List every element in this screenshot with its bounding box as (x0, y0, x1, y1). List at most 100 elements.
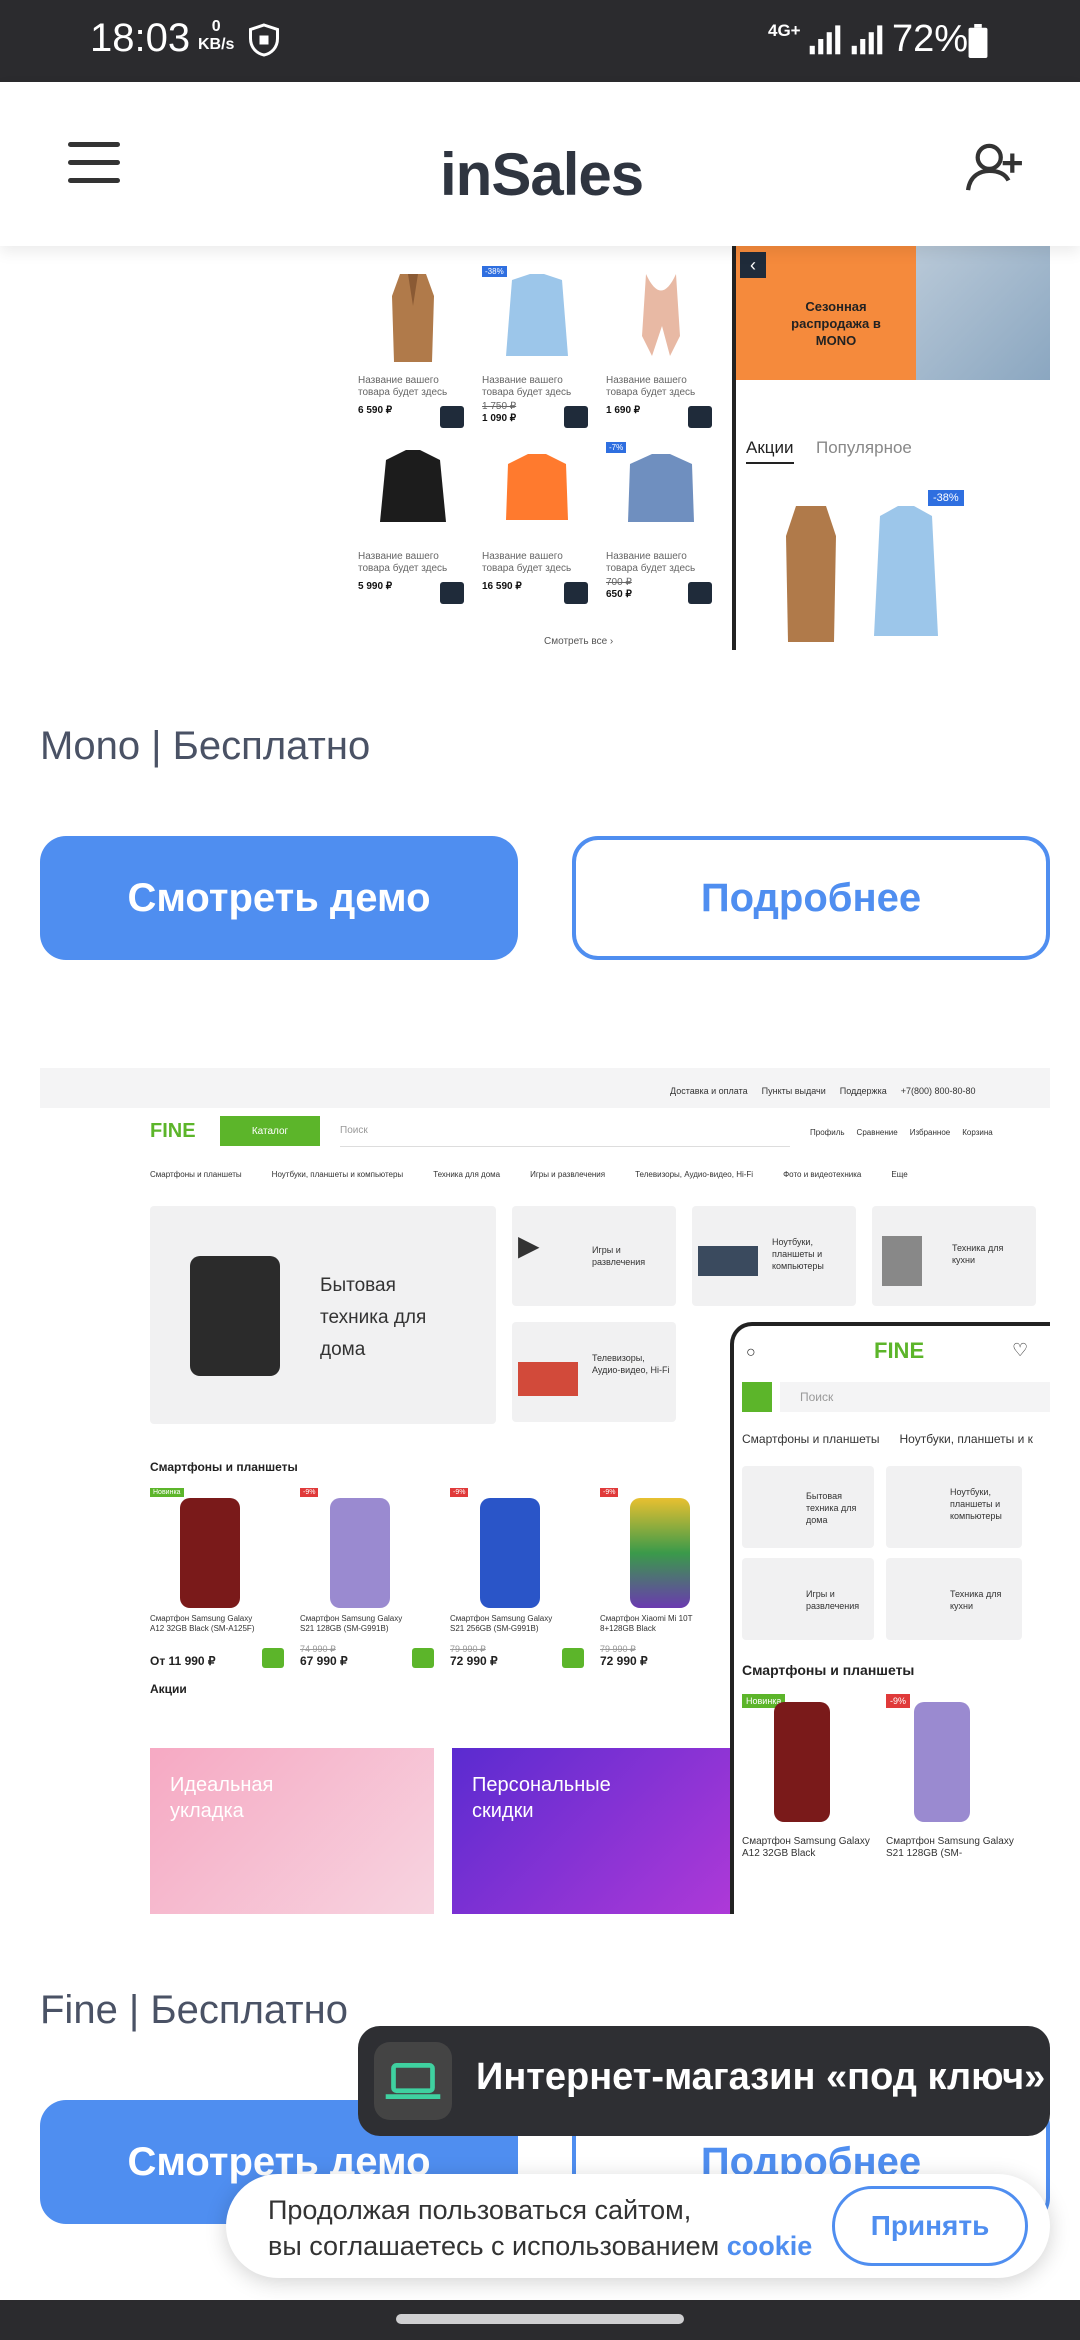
top-links: Доставка и оплата Пункты выдачи Поддержк… (670, 1086, 976, 1096)
category-tile[interactable]: Техника для кухни (872, 1206, 1036, 1306)
pickup-link[interactable]: Пункты выдачи (762, 1086, 826, 1096)
product-price: 72 990 ₽ (450, 1654, 498, 1668)
category-tile[interactable]: Бытовая техника для дома (742, 1466, 874, 1548)
delivery-link[interactable]: Доставка и оплата (670, 1086, 748, 1096)
cart-icon[interactable] (562, 1648, 584, 1668)
knit-image (628, 454, 694, 522)
product-price: От 11 990 ₽ (150, 1654, 216, 1668)
header-icons: Профиль Сравнение Избранное Корзина (810, 1128, 993, 1137)
category-tile[interactable]: Игры и развлечения (742, 1558, 874, 1640)
cookie-link[interactable]: cookie (727, 2231, 813, 2261)
menu-item[interactable]: Игры и развлечения (530, 1170, 605, 1179)
category-tile[interactable]: Ноутбуки, планшеты и компьютеры (692, 1206, 856, 1306)
product-card[interactable]: -9% Смартфон Samsung Galaxy S21 256GB (S… (450, 1488, 590, 1668)
support-link[interactable]: Поддержка (840, 1086, 887, 1096)
phone-link[interactable]: +7(800) 800-80-80 (901, 1086, 976, 1096)
promo-title: Идеальная укладка (170, 1774, 274, 1822)
product-card[interactable]: Название вашего товара будет здесь 1 690… (606, 266, 716, 428)
speed-unit: KB/s (198, 36, 235, 53)
hero-category-tile[interactable]: Бытовая техника для дома (150, 1206, 496, 1424)
promo-toast[interactable]: Интернет-магазин «под ключ» (358, 2026, 1050, 2136)
menu-item[interactable]: Смартфоны и планшеты (150, 1170, 242, 1179)
battery-level: 72% (892, 18, 969, 60)
shield-icon (249, 23, 279, 57)
promo-banner[interactable]: Идеальная укладка (150, 1748, 434, 1914)
discount-badge: -9% (886, 1694, 911, 1708)
category-tile[interactable]: Техника для кухни (886, 1558, 1022, 1640)
eye-icon[interactable] (262, 1648, 284, 1668)
toast-text: Интернет-магазин «под ключ» (476, 2056, 1046, 2098)
insales-logo[interactable]: inSales (440, 140, 644, 209)
menu-item[interactable]: Ноутбуки, планшеты и компьютеры (272, 1170, 404, 1179)
cart-link[interactable]: Корзина (962, 1128, 992, 1137)
accept-button[interactable]: Принять (832, 2186, 1028, 2266)
back-arrow-icon[interactable]: ‹ (740, 252, 766, 278)
data-speed: 0 KB/s (198, 18, 234, 54)
category-tile[interactable]: Ноутбуки, планшеты и компьютеры (886, 1466, 1022, 1548)
view-icon[interactable] (440, 582, 464, 604)
fine-preview[interactable]: Доставка и оплата Пункты выдачи Поддержк… (40, 1068, 1050, 1914)
heart-icon[interactable]: ♡ (1012, 1340, 1028, 1361)
user-add-icon[interactable] (966, 142, 1024, 192)
category-tile[interactable]: ▶ Игры и развлечения (512, 1206, 676, 1306)
view-icon[interactable] (564, 582, 588, 604)
tile-label: Ноутбуки, планшеты и компьютеры (772, 1237, 824, 1271)
discount-badge: -9% (300, 1488, 319, 1497)
product-card[interactable]: Название вашего товара будет здесь 6 590… (358, 266, 468, 428)
cookie-line: вы соглашаетесь с использованием (268, 2231, 720, 2261)
product-card[interactable]: Название вашего товара будет здесь 16 59… (482, 442, 592, 604)
mono-desktop: Название вашего товара будет здесь 6 590… (358, 246, 778, 650)
home-gesture-handle[interactable] (396, 2314, 684, 2324)
fine-logo[interactable]: FINE (874, 1338, 924, 1364)
cart-icon[interactable] (412, 1648, 434, 1668)
product-card[interactable]: -9% Смартфон Samsung Galaxy S21 128GB (S… (300, 1488, 440, 1668)
view-all-link[interactable]: Смотреть все › (544, 636, 613, 647)
product-name: Смартфон Samsung Galaxy A12 32GB Black (742, 1836, 870, 1859)
product-card[interactable]: Название вашего товара будет здесь 1 750… (482, 266, 592, 428)
category-tile[interactable]: Телевизоры, Аудио-видео, Hi-Fi (512, 1322, 676, 1422)
mobile-menu: Смартфоны и планшеты Ноутбуки, планшеты … (742, 1432, 1033, 1446)
mono-more-button[interactable]: Подробнее (572, 836, 1050, 960)
mono-preview[interactable]: Название вашего товара будет здесь 6 590… (40, 246, 1050, 650)
compare-link[interactable]: Сравнение (857, 1128, 898, 1137)
menu-item[interactable]: Фото и видеотехника (783, 1170, 861, 1179)
profile-link[interactable]: Профиль (810, 1128, 845, 1137)
menu-item[interactable]: Ноутбуки, планшеты и к (900, 1432, 1033, 1446)
banner-photo (916, 246, 1050, 380)
scarf-image (642, 274, 680, 356)
menu-item[interactable]: Еще (891, 1170, 907, 1179)
favorites-link[interactable]: Избранное (910, 1128, 951, 1137)
tile-label: Игры и развлечения (592, 1245, 646, 1267)
product-card[interactable]: Название вашего товара будет здесь 700 ₽… (606, 442, 716, 604)
coat-image (392, 274, 434, 362)
cart-icon[interactable] (440, 406, 464, 428)
user-icon[interactable]: ○ (746, 1344, 756, 1362)
banner-text: Сезонная распродажа в MONO (791, 299, 881, 348)
product-name: Название вашего товара будет здесь (482, 375, 572, 398)
menu-item[interactable]: Техника для дома (433, 1170, 500, 1179)
promo-banner[interactable]: Персональные скидки (452, 1748, 752, 1914)
speed-value: 0 (211, 18, 221, 35)
product-name: Смартфон Samsung Galaxy A12 32GB Black (… (150, 1614, 255, 1633)
tab-popular[interactable]: Популярное (816, 438, 912, 458)
cart-icon[interactable] (564, 406, 588, 428)
tab-promo[interactable]: Акции (746, 438, 794, 464)
search-input[interactable]: Поиск (340, 1116, 790, 1147)
product-card[interactable]: Новинка Смартфон Samsung Galaxy A12 32GB… (150, 1488, 290, 1668)
network-type: 4G+ (768, 21, 801, 40)
menu-item[interactable]: Смартфоны и планшеты (742, 1432, 880, 1446)
menu-item[interactable]: Телевизоры, Аудио-видео, Hi-Fi (635, 1170, 753, 1179)
catalog-button[interactable]: Каталог (220, 1116, 320, 1146)
cart-icon[interactable] (688, 406, 712, 428)
product-card[interactable]: Название вашего товара будет здесь 5 990… (358, 442, 468, 604)
menu-icon[interactable] (68, 142, 120, 183)
cart-icon[interactable] (688, 582, 712, 604)
search-input[interactable]: Поиск (780, 1382, 1050, 1412)
menu-icon[interactable] (742, 1382, 772, 1412)
fine-logo[interactable]: FINE (150, 1120, 196, 1143)
product-name: Смартфон Samsung Galaxy S21 256GB (SM-G9… (450, 1614, 553, 1633)
product-card[interactable]: -9% Смартфон Xiaomi Mi 10T 8+128GB Black… (600, 1488, 740, 1668)
site-header: inSales (0, 82, 1080, 246)
sale-banner[interactable]: ‹ Сезонная распродажа в MONO (736, 246, 916, 380)
mono-demo-button[interactable]: Смотреть демо (40, 836, 518, 960)
